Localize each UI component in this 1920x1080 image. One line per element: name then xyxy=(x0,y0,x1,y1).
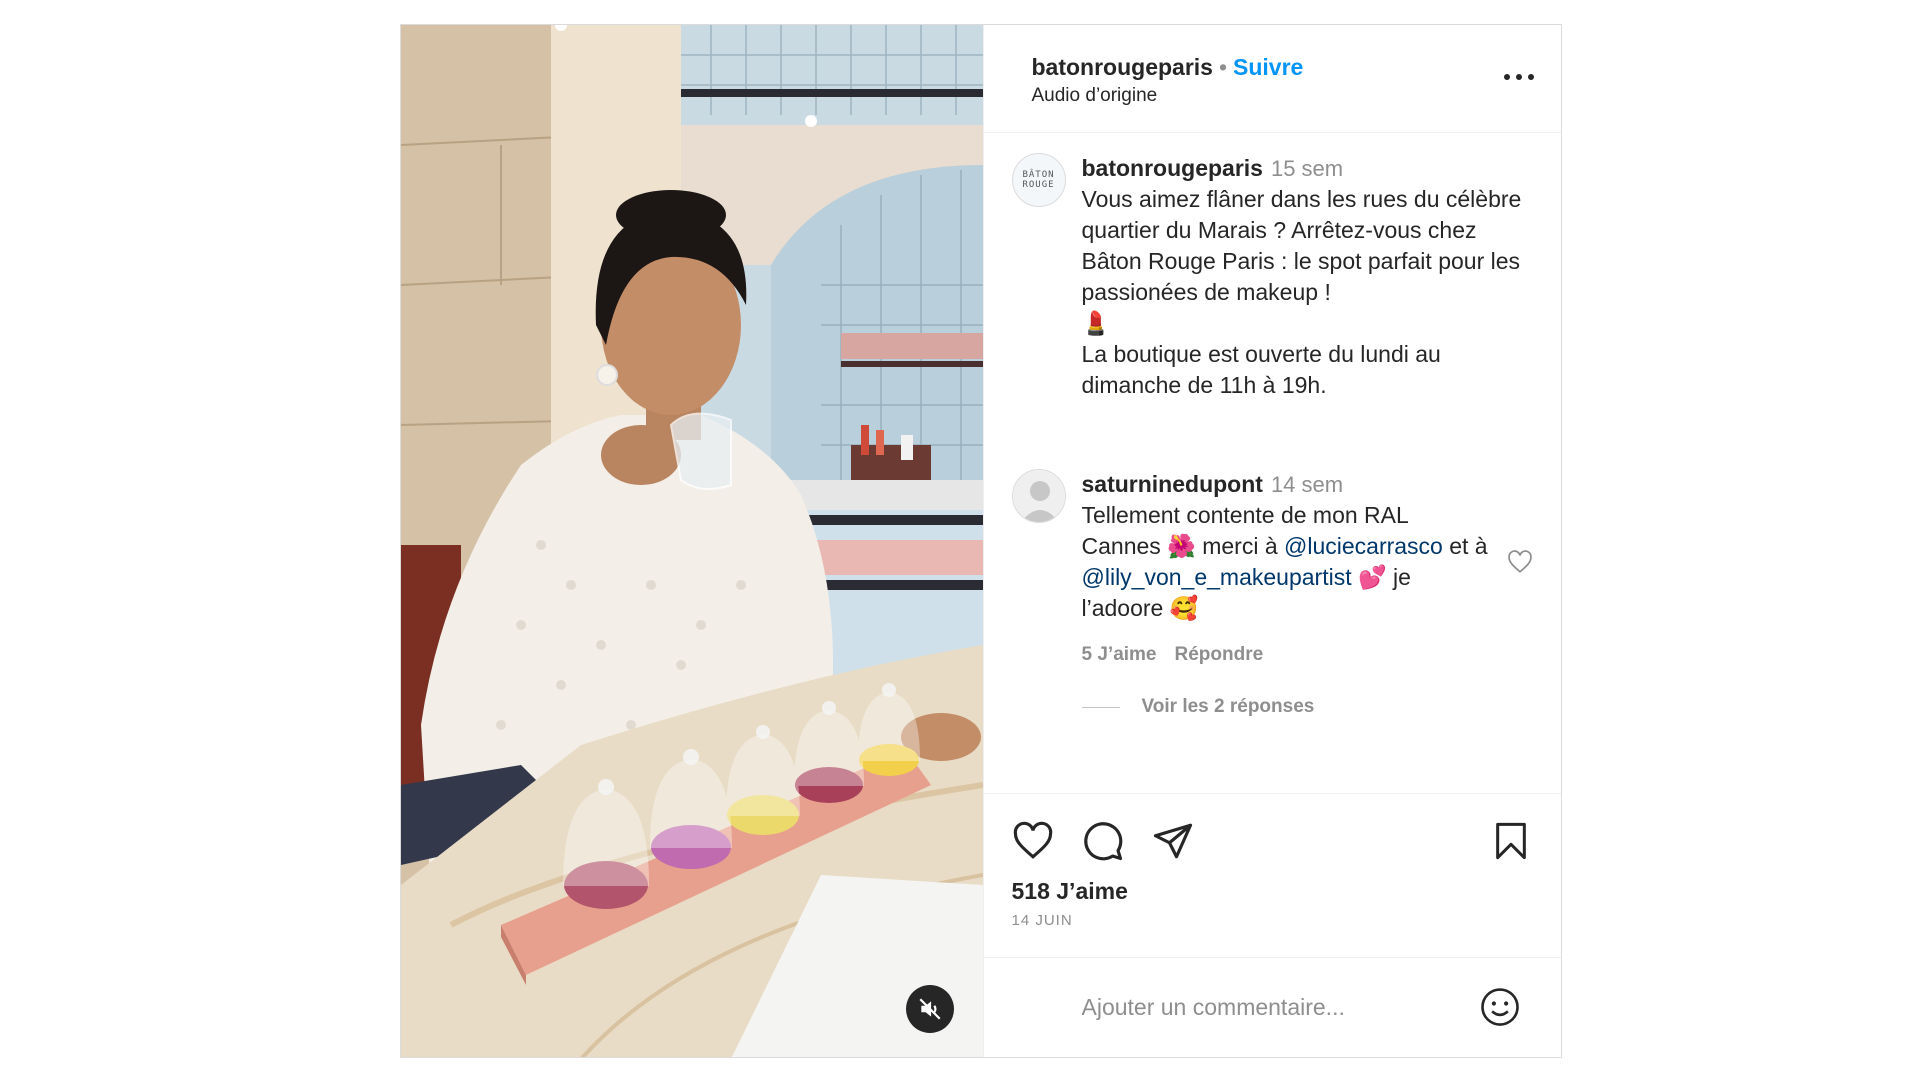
comment-text: merci à xyxy=(1195,533,1284,559)
comment-text: et à xyxy=(1442,533,1488,559)
instagram-post: batonrougeparis • Suivre Audio d’origine B… xyxy=(400,24,1562,1058)
caption-hours-text: La boutique est ouverte du lundi au dima… xyxy=(1081,341,1441,398)
caption-text: Vous aimez flâner dans les rues du célèb… xyxy=(1081,186,1522,305)
comment-like-icon[interactable] xyxy=(1507,549,1533,575)
avatar[interactable] xyxy=(1011,469,1066,523)
speaker-muted-icon xyxy=(919,998,941,1020)
post-date: 14 JUIN xyxy=(1011,912,1073,929)
view-replies-label: Voir les 2 réponses xyxy=(1141,696,1315,717)
caption-username[interactable]: batonrougeparis xyxy=(1082,155,1263,181)
post-details-panel: batonrougeparis • Suivre Audio d’origine B… xyxy=(982,25,1562,1057)
comment-item: saturninedupont 14 sem Tellement contente… xyxy=(1011,469,1538,624)
comment-composer xyxy=(983,957,1561,1057)
audio-link[interactable]: Audio d’origine xyxy=(1032,85,1538,107)
comment-username[interactable]: saturninedupont xyxy=(1082,471,1263,497)
comments-section: BÂTON ROUGE batonrougeparis 15 sem Vous a… xyxy=(984,133,1562,793)
author-username[interactable]: batonrougeparis xyxy=(1032,54,1213,80)
comment-likes[interactable]: 5 J’aime xyxy=(1082,644,1157,665)
caption: BÂTON ROUGE batonrougeparis 15 sem Vous a… xyxy=(1011,153,1538,401)
view-replies-button[interactable]: Voir les 2 réponses xyxy=(1081,696,1538,718)
emoji-icon[interactable] xyxy=(1479,986,1521,1028)
default-avatar-icon xyxy=(1012,470,1065,522)
likes-count[interactable]: 518 J’aime xyxy=(1012,878,1128,905)
lipstick-emoji: 💄 xyxy=(1081,310,1111,336)
bookmark-icon[interactable] xyxy=(1491,820,1531,862)
heart-icon[interactable] xyxy=(1012,820,1054,862)
video-frame-image xyxy=(401,25,983,1057)
post-header: batonrougeparis • Suivre Audio d’origine xyxy=(983,25,1561,133)
more-options-icon[interactable] xyxy=(1501,67,1537,87)
comment-meta: 5 J’aime Répondre xyxy=(1082,644,1538,666)
mention-link[interactable]: @luciecarrasco xyxy=(1284,533,1443,559)
share-icon[interactable] xyxy=(1152,820,1194,862)
caption-time: 15 sem xyxy=(1270,156,1344,181)
reply-button[interactable]: Répondre xyxy=(1175,644,1264,665)
mute-button[interactable] xyxy=(906,985,954,1033)
avatar-logo-text-bottom: ROUGE xyxy=(1022,180,1055,190)
flower-emoji: 🌺 xyxy=(1167,533,1196,559)
avatar[interactable]: BÂTON ROUGE xyxy=(1011,153,1066,207)
comment-icon[interactable] xyxy=(1082,820,1124,862)
comment-time: 14 sem xyxy=(1270,472,1344,497)
post-actions: 518 J’aime 14 JUIN xyxy=(983,793,1561,1057)
replies-divider xyxy=(1081,706,1120,708)
comment-input[interactable] xyxy=(1081,994,1442,1021)
post-video[interactable] xyxy=(401,25,983,1057)
separator-dot: • xyxy=(1218,54,1228,80)
follow-button[interactable]: Suivre xyxy=(1233,54,1303,80)
hearts-emoji: 💕 xyxy=(1351,564,1387,590)
avatar-logo-text-top: BÂTON xyxy=(1022,170,1055,180)
smiling-hearts-emoji: 🥰 xyxy=(1169,595,1199,621)
mention-link[interactable]: @lily_von_e_makeupartist xyxy=(1082,564,1352,590)
